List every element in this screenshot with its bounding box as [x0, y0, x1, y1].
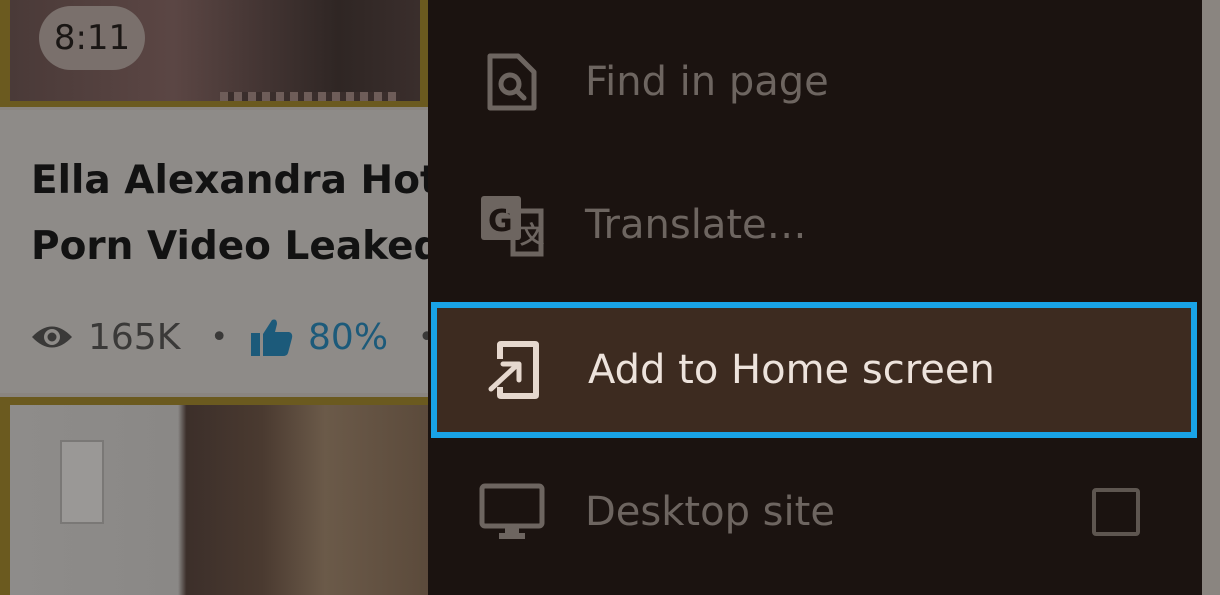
menu-item-find-in-page[interactable]: Find in page: [428, 12, 1202, 152]
desktop-icon: [478, 478, 546, 546]
video-thumbnail-2[interactable]: [10, 405, 430, 595]
svg-text:文: 文: [520, 221, 545, 249]
thumbnail-watermark: [220, 92, 400, 101]
view-count: 165K: [88, 316, 181, 358]
thumbnail-detail: [60, 440, 104, 524]
menu-item-label: Find in page: [585, 59, 829, 105]
translate-icon: G 文: [478, 191, 546, 259]
menu-item-add-to-home-screen[interactable]: Add to Home screen: [431, 302, 1197, 438]
video-stats: 165K • 80% •: [30, 312, 458, 362]
find-in-page-icon: [478, 48, 546, 116]
video-title[interactable]: Ella Alexandra Hot Porn Video Leaked: [31, 148, 451, 280]
menu-item-label: Add to Home screen: [588, 347, 995, 393]
rating-percentage: 80%: [308, 316, 389, 358]
add-to-home-screen-icon: [481, 336, 549, 404]
desktop-site-checkbox[interactable]: [1092, 488, 1140, 536]
eye-icon: [32, 326, 72, 348]
browser-overflow-menu: Find in page G 文 Translate… Add to Home …: [428, 0, 1202, 595]
video-duration-badge: 8:11: [39, 6, 145, 70]
menu-item-desktop-site[interactable]: Desktop site: [428, 442, 1202, 582]
menu-item-translate[interactable]: G 文 Translate…: [428, 155, 1202, 295]
menu-item-label: Desktop site: [585, 489, 835, 535]
stats-separator: •: [210, 319, 229, 355]
menu-item-label: Translate…: [585, 202, 807, 248]
thumbs-up-icon: [251, 319, 293, 356]
